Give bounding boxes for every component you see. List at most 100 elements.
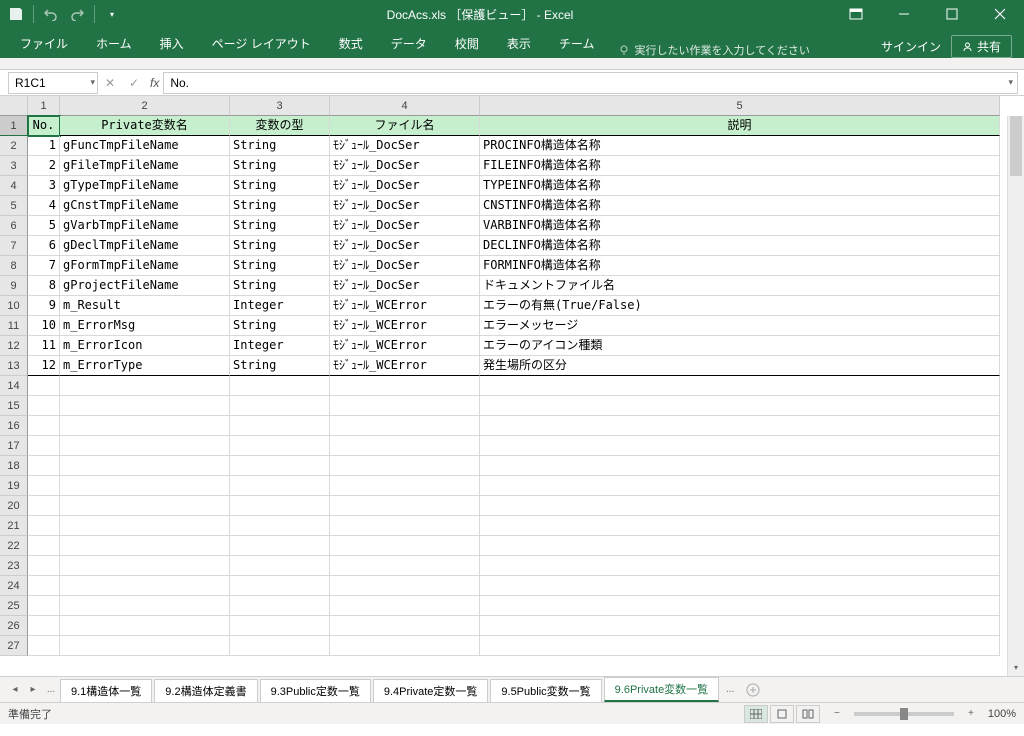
data-cell[interactable]: 5: [28, 216, 60, 236]
data-cell[interactable]: [60, 496, 230, 516]
data-cell[interactable]: [230, 576, 330, 596]
header-cell[interactable]: Private変数名: [60, 116, 230, 136]
row-header[interactable]: 9: [0, 276, 28, 296]
data-cell[interactable]: エラーのアイコン種類: [480, 336, 1000, 356]
data-cell[interactable]: [480, 616, 1000, 636]
ribbon-tab-7[interactable]: 表示: [493, 29, 545, 58]
data-cell[interactable]: [230, 636, 330, 656]
data-cell[interactable]: [480, 376, 1000, 396]
data-cell[interactable]: ﾓｼﾞｭｰﾙ_DocSer: [330, 276, 480, 296]
data-cell[interactable]: [60, 476, 230, 496]
cancel-formula-button[interactable]: ✕: [98, 72, 122, 94]
data-cell[interactable]: [480, 556, 1000, 576]
data-cell[interactable]: [28, 396, 60, 416]
data-cell[interactable]: [480, 456, 1000, 476]
column-header[interactable]: 5: [480, 96, 1000, 116]
row-header[interactable]: 16: [0, 416, 28, 436]
data-cell[interactable]: [480, 596, 1000, 616]
header-cell[interactable]: 変数の型: [230, 116, 330, 136]
data-cell[interactable]: 10: [28, 316, 60, 336]
data-cell[interactable]: m_ErrorType: [60, 356, 230, 376]
data-cell[interactable]: [28, 596, 60, 616]
row-header[interactable]: 21: [0, 516, 28, 536]
data-cell[interactable]: エラーの有無(True/False): [480, 296, 1000, 316]
data-cell[interactable]: gProjectFileName: [60, 276, 230, 296]
sheet-tab[interactable]: 9.5Public変数一覧: [490, 679, 601, 702]
data-cell[interactable]: [330, 396, 480, 416]
row-header[interactable]: 20: [0, 496, 28, 516]
data-cell[interactable]: TYPEINFO構造体名称: [480, 176, 1000, 196]
column-header[interactable]: 1: [28, 96, 60, 116]
data-cell[interactable]: String: [230, 256, 330, 276]
row-header[interactable]: 2: [0, 136, 28, 156]
data-cell[interactable]: Integer: [230, 336, 330, 356]
tell-me-input[interactable]: 実行したい作業を入力してください: [618, 42, 809, 58]
data-cell[interactable]: m_ErrorIcon: [60, 336, 230, 356]
data-cell[interactable]: [330, 436, 480, 456]
data-cell[interactable]: [480, 396, 1000, 416]
scroll-down-button[interactable]: ▾: [1008, 659, 1024, 676]
data-cell[interactable]: [28, 556, 60, 576]
ribbon-tab-3[interactable]: ページ レイアウト: [198, 29, 325, 58]
signin-link[interactable]: サインイン: [881, 38, 941, 55]
undo-button[interactable]: [39, 2, 63, 26]
column-header[interactable]: 4: [330, 96, 480, 116]
data-cell[interactable]: [330, 556, 480, 576]
header-cell[interactable]: 説明: [480, 116, 1000, 136]
sheet-tab[interactable]: 9.6Private変数一覧: [604, 677, 720, 702]
data-cell[interactable]: ﾓｼﾞｭｰﾙ_WCError: [330, 336, 480, 356]
select-all-corner[interactable]: [0, 96, 28, 116]
page-layout-view-button[interactable]: [770, 705, 794, 723]
tab-nav-next-button[interactable]: ▸: [24, 681, 42, 699]
data-cell[interactable]: [60, 396, 230, 416]
page-break-view-button[interactable]: [796, 705, 820, 723]
formula-input[interactable]: No. ▾: [163, 72, 1018, 94]
column-header[interactable]: 3: [230, 96, 330, 116]
data-cell[interactable]: [28, 376, 60, 396]
data-cell[interactable]: ﾓｼﾞｭｰﾙ_DocSer: [330, 136, 480, 156]
share-button[interactable]: 共有: [951, 35, 1012, 58]
data-cell[interactable]: [230, 416, 330, 436]
ribbon-tab-1[interactable]: ホーム: [82, 29, 146, 58]
data-cell[interactable]: ドキュメントファイル名: [480, 276, 1000, 296]
data-cell[interactable]: [28, 416, 60, 436]
ribbon-tab-5[interactable]: データ: [377, 29, 441, 58]
row-header[interactable]: 5: [0, 196, 28, 216]
data-cell[interactable]: m_Result: [60, 296, 230, 316]
data-cell[interactable]: 4: [28, 196, 60, 216]
data-cell[interactable]: [330, 636, 480, 656]
ribbon-display-options-button[interactable]: [836, 2, 876, 26]
data-cell[interactable]: VARBINFO構造体名称: [480, 216, 1000, 236]
minimize-button[interactable]: [884, 2, 924, 26]
data-cell[interactable]: [60, 536, 230, 556]
data-cell[interactable]: [480, 476, 1000, 496]
data-cell[interactable]: [230, 456, 330, 476]
row-header[interactable]: 11: [0, 316, 28, 336]
data-cell[interactable]: [330, 616, 480, 636]
sheet-tab[interactable]: 9.2構造体定義書: [154, 679, 257, 702]
data-cell[interactable]: [28, 576, 60, 596]
header-cell[interactable]: ファイル名: [330, 116, 480, 136]
sheet-tab[interactable]: 9.3Public定数一覧: [260, 679, 371, 702]
sheet-tab[interactable]: 9.4Private定数一覧: [373, 679, 489, 702]
data-cell[interactable]: [330, 596, 480, 616]
data-cell[interactable]: gCnstTmpFileName: [60, 196, 230, 216]
row-header[interactable]: 15: [0, 396, 28, 416]
row-header[interactable]: 18: [0, 456, 28, 476]
data-cell[interactable]: 3: [28, 176, 60, 196]
data-cell[interactable]: PROCINFO構造体名称: [480, 136, 1000, 156]
row-header[interactable]: 7: [0, 236, 28, 256]
row-header[interactable]: 25: [0, 596, 28, 616]
data-cell[interactable]: [60, 616, 230, 636]
column-header[interactable]: 2: [60, 96, 230, 116]
data-cell[interactable]: 12: [28, 356, 60, 376]
data-cell[interactable]: ﾓｼﾞｭｰﾙ_DocSer: [330, 256, 480, 276]
tab-nav-more-right-button[interactable]: ...: [721, 681, 739, 699]
enter-formula-button[interactable]: ✓: [122, 72, 146, 94]
close-button[interactable]: [980, 2, 1020, 26]
data-cell[interactable]: FORMINFO構造体名称: [480, 256, 1000, 276]
data-cell[interactable]: [330, 516, 480, 536]
row-header[interactable]: 6: [0, 216, 28, 236]
data-cell[interactable]: [60, 436, 230, 456]
data-cell[interactable]: [330, 456, 480, 476]
